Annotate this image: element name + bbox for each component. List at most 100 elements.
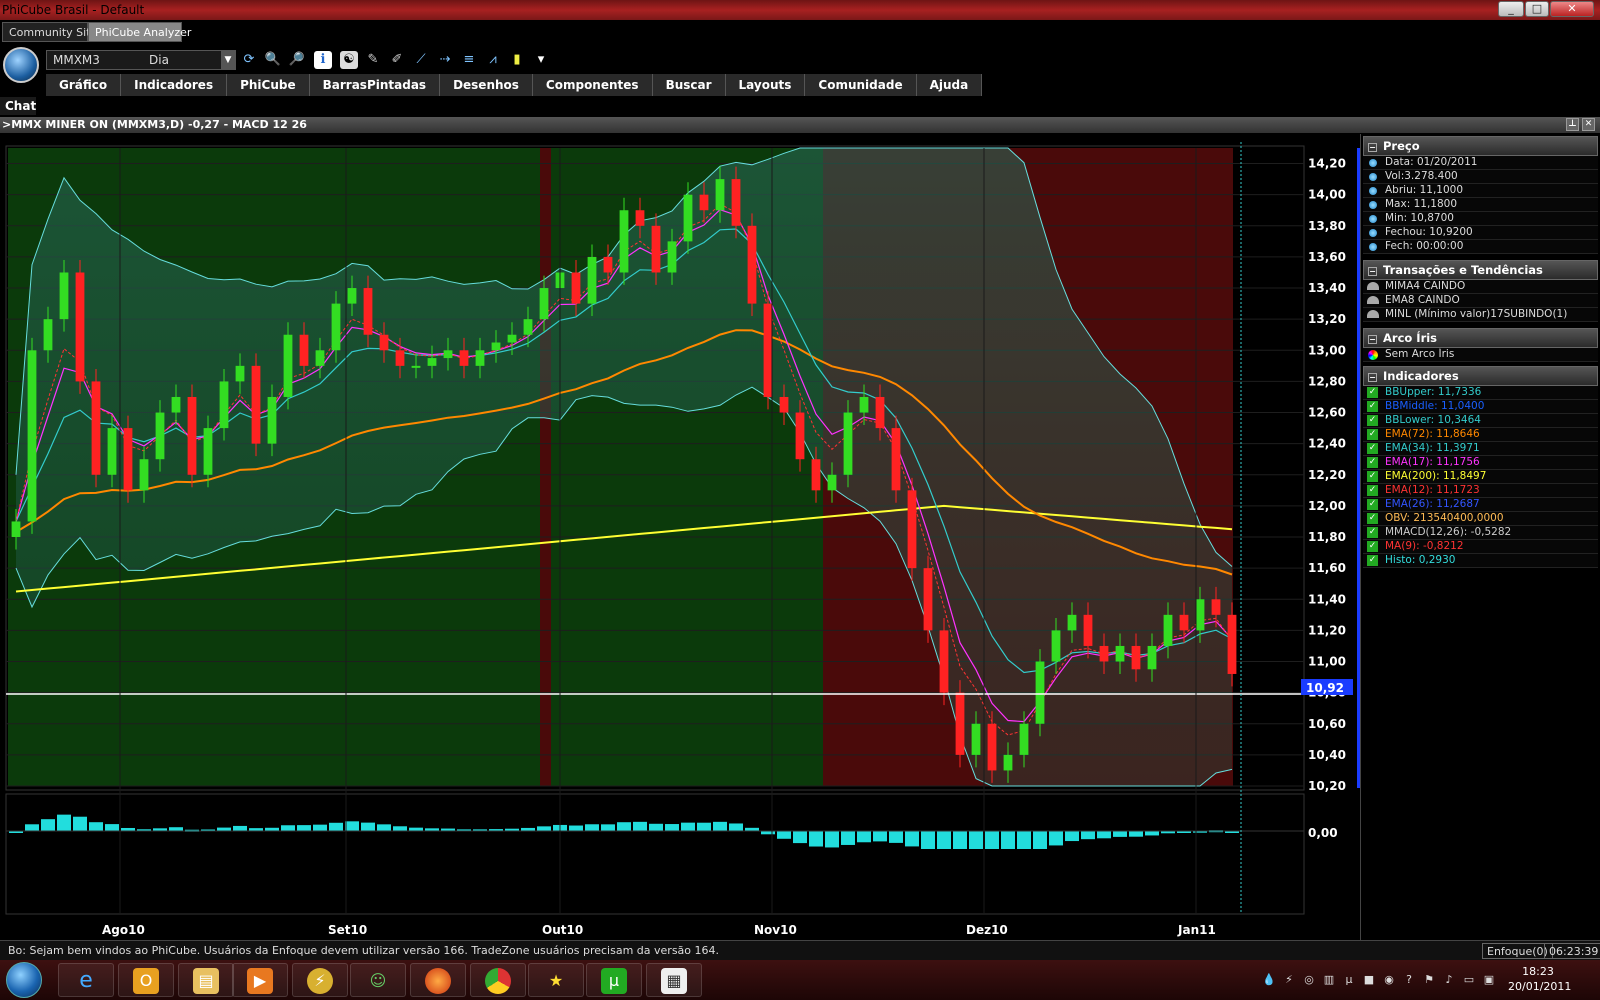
yin-yang-icon[interactable]: ☯ — [340, 51, 358, 69]
tray-volume-icon[interactable]: ♪ — [1442, 973, 1456, 987]
zoom-out-icon[interactable]: 🔍 — [264, 51, 282, 69]
checkbox-icon[interactable]: ✓ — [1367, 527, 1378, 538]
close-button[interactable]: ✕ — [1550, 1, 1594, 17]
hline-icon[interactable]: ⇢ — [436, 51, 454, 69]
maximize-button[interactable]: □ — [1525, 1, 1549, 17]
menu-phicube[interactable]: PhiCube — [227, 74, 310, 96]
trend-icon[interactable]: ⩘ — [484, 51, 502, 69]
indicator-row[interactable]: ✓ EMA(26): 11,2687 — [1363, 498, 1598, 512]
candle-icon[interactable]: ▮ — [508, 51, 526, 69]
zoom-in-icon[interactable]: 🔎 — [288, 51, 306, 69]
symbol-selector[interactable]: MMXM3 Dia ▼ — [46, 50, 236, 70]
more-icon[interactable]: ▾ — [532, 51, 550, 69]
checkbox-icon[interactable]: ✓ — [1367, 541, 1378, 552]
checkbox-icon[interactable]: ✓ — [1367, 457, 1378, 468]
taskbar-clock[interactable]: 18:23 20/01/2011 — [1508, 964, 1571, 994]
collapse-icon[interactable]: − — [1368, 267, 1377, 276]
checkbox-icon[interactable]: ✓ — [1367, 443, 1378, 454]
checkbox-icon[interactable]: ✓ — [1367, 429, 1378, 440]
indicator-row[interactable]: ✓ BBUpper: 11,7336 — [1363, 386, 1598, 400]
menu-componentes[interactable]: Componentes — [533, 74, 653, 96]
fibonacci-icon[interactable]: ≡ — [460, 51, 478, 69]
preco-header[interactable]: − Preço — [1363, 136, 1598, 156]
tray-help-icon[interactable]: ? — [1402, 973, 1416, 987]
menu-layouts[interactable]: Layouts — [726, 74, 806, 96]
pin-icon[interactable]: ⊥ — [1566, 118, 1579, 131]
arco-header[interactable]: − Arco Íris — [1363, 328, 1598, 348]
taskbar-winamp[interactable]: ⚡ — [292, 963, 348, 997]
checkbox-icon[interactable]: ✓ — [1367, 387, 1378, 398]
price-chart[interactable]: 14,20 14,00 13,80 13,60 13,40 13,20 13,00 12,80… — [0, 134, 1360, 940]
menu-grafico[interactable]: Gráfico — [46, 74, 122, 96]
period-select[interactable]: Dia — [149, 53, 169, 67]
indicator-row[interactable]: ✓ EMA(72): 11,8646 — [1363, 428, 1598, 442]
refresh-icon[interactable]: ⟳ — [240, 51, 258, 69]
indicadores-header[interactable]: − Indicadores — [1363, 366, 1598, 386]
taskbar-utorrent[interactable]: µ — [586, 963, 642, 997]
checkbox-icon[interactable]: ✓ — [1367, 499, 1378, 510]
tray-utorrent-icon[interactable]: µ — [1342, 973, 1356, 987]
collapse-icon[interactable]: − — [1368, 335, 1377, 344]
tray-connection-icon[interactable]: ▣ — [1482, 973, 1496, 987]
indicator-row[interactable]: ✓ EMA(17): 11,1756 — [1363, 456, 1598, 470]
menu-buscar[interactable]: Buscar — [653, 74, 726, 96]
tray-drop-icon[interactable]: 💧 — [1262, 973, 1276, 987]
indicator-row[interactable]: ✓ Histo: 0,2930 — [1363, 554, 1598, 568]
checkbox-icon[interactable]: ✓ — [1367, 485, 1378, 496]
collapse-icon[interactable]: − — [1368, 373, 1377, 382]
chevron-down-icon[interactable]: ▼ — [221, 51, 235, 69]
chat-button[interactable]: Chat — [0, 97, 36, 115]
candle-body — [715, 179, 725, 211]
symbol-input[interactable]: MMXM3 — [53, 53, 100, 67]
tray-battery-icon[interactable]: ▭ — [1462, 973, 1476, 987]
taskbar-media-player[interactable]: ▶ — [232, 963, 288, 997]
taskbar-explorer[interactable]: ▤ — [178, 963, 234, 997]
menu-desenhos[interactable]: Desenhos — [440, 74, 533, 96]
checkbox-icon[interactable]: ✓ — [1367, 471, 1378, 482]
y-tick-label: 11,40 — [1308, 592, 1346, 606]
menu-indicadores[interactable]: Indicadores — [121, 74, 228, 96]
checkbox-icon[interactable]: ✓ — [1367, 415, 1378, 426]
indicator-row[interactable]: ✓ MA(9): -0,8212 — [1363, 540, 1598, 554]
tab-community-site[interactable]: Community Site — [2, 22, 97, 42]
candle-body — [27, 350, 37, 522]
transacoes-header[interactable]: − Transações e Tendências — [1363, 260, 1598, 280]
tray-red-icon[interactable]: ■ — [1362, 973, 1376, 987]
indicator-row[interactable]: ✓ EMA(200): 11,8497 — [1363, 470, 1598, 484]
line-icon[interactable]: ⟋ — [412, 51, 430, 69]
indicator-row[interactable]: ✓ EMA(12): 11,1723 — [1363, 484, 1598, 498]
draw-icon[interactable]: ✐ — [388, 51, 406, 69]
indicator-row[interactable]: ✓ OBV: 213540400,0000 — [1363, 512, 1598, 526]
tray-globe-icon[interactable]: ◉ — [1382, 973, 1396, 987]
tray-network-icon[interactable]: ▥ — [1322, 973, 1336, 987]
minimize-button[interactable]: _ — [1498, 1, 1524, 17]
tray-sync-icon[interactable]: ◎ — [1302, 973, 1316, 987]
menu-barras-pintadas[interactable]: BarrasPintadas — [310, 74, 441, 96]
checkbox-icon[interactable]: ✓ — [1367, 513, 1378, 524]
paint-icon[interactable]: ✎ — [364, 51, 382, 69]
enfoque-status[interactable]: Enfoque(0) — [1482, 943, 1553, 959]
close-chart-icon[interactable]: ✕ — [1582, 118, 1595, 131]
checkbox-icon[interactable]: ✓ — [1367, 401, 1378, 412]
taskbar-internet-explorer[interactable]: e — [58, 963, 114, 997]
indicator-row[interactable]: ✓ BBMiddle: 11,0400 — [1363, 400, 1598, 414]
taskbar-outlook[interactable]: O — [118, 963, 174, 997]
taskbar-chrome[interactable] — [470, 963, 526, 997]
taskbar-favorites[interactable]: ★ — [528, 963, 584, 997]
indicator-row[interactable]: ✓ BBLower: 10,3464 — [1363, 414, 1598, 428]
macd-bar — [809, 831, 823, 847]
taskbar-messenger[interactable]: ☺ — [350, 963, 406, 997]
tab-phicube-analyzer[interactable]: PhiCube Analyzer — [88, 22, 191, 42]
info-icon[interactable]: ℹ — [314, 51, 332, 69]
menu-comunidade[interactable]: Comunidade — [805, 74, 917, 96]
collapse-icon[interactable]: − — [1368, 143, 1377, 152]
indicator-row[interactable]: ✓ MMACD(12,26): -0,5282 — [1363, 526, 1598, 540]
menu-ajuda[interactable]: Ajuda — [917, 74, 983, 96]
taskbar-firefox[interactable] — [410, 963, 466, 997]
taskbar-phicube[interactable]: ▦ — [646, 963, 702, 997]
indicator-row[interactable]: ✓ EMA(34): 11,3971 — [1363, 442, 1598, 456]
tray-lightning-icon[interactable]: ⚡ — [1282, 973, 1296, 987]
start-button[interactable] — [6, 962, 42, 998]
tray-flag-icon[interactable]: ⚑ — [1422, 973, 1436, 987]
checkbox-icon[interactable]: ✓ — [1367, 555, 1378, 566]
